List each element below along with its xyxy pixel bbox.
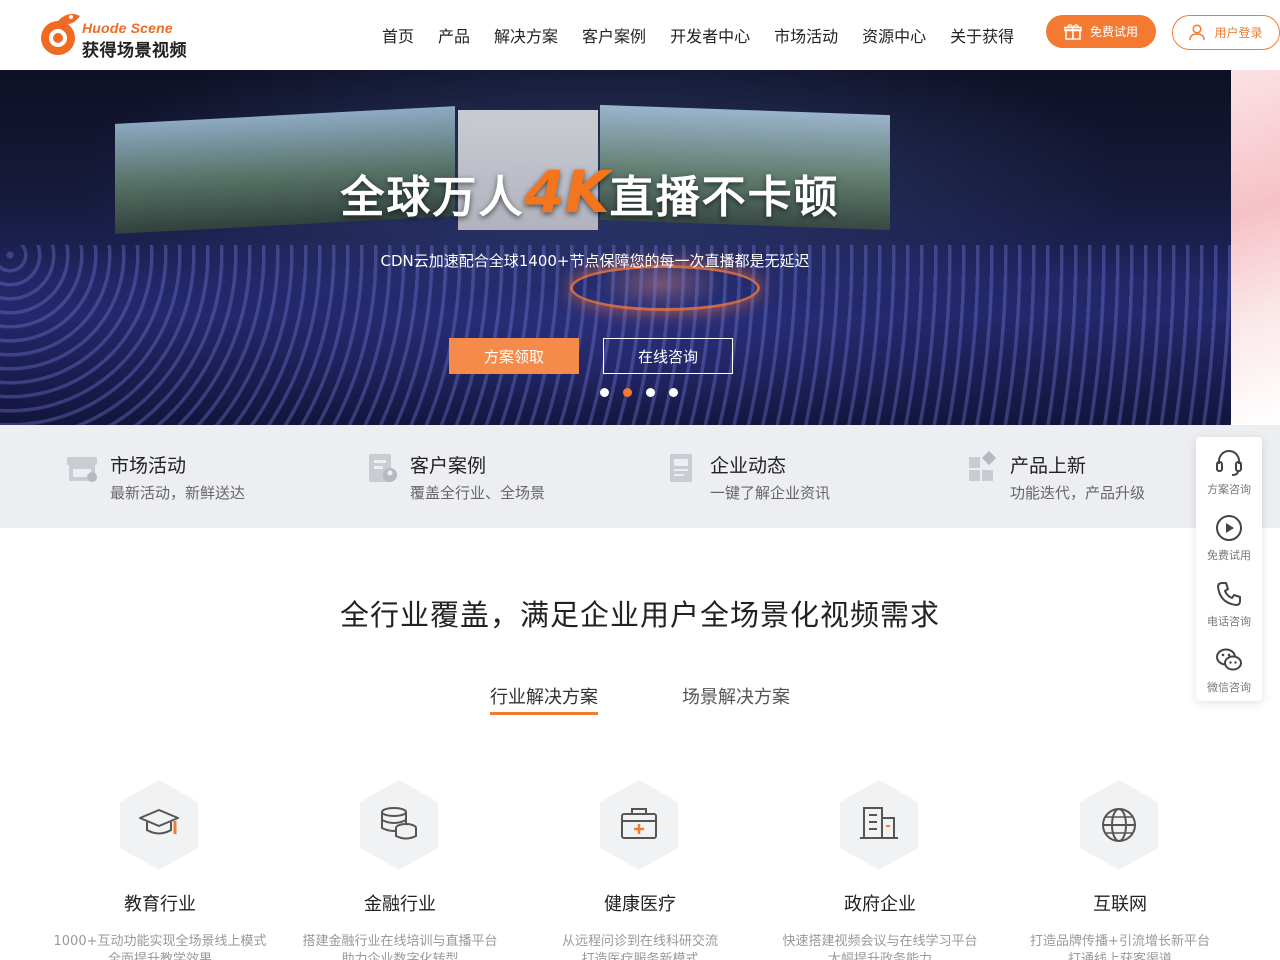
industry-desc: 搭建金融行业在线培训与直播平台 xyxy=(302,934,498,949)
get-solution-button[interactable]: 方案领取 xyxy=(449,338,579,374)
user-login-button[interactable]: 用户登录 xyxy=(1172,15,1280,50)
main-nav: 首页 产品 解决方案 客户案例 开发者中心 市场活动 资源中心 关于获得 xyxy=(370,0,1026,70)
medical-kit-icon xyxy=(600,780,678,870)
play-circle-icon xyxy=(1216,515,1242,541)
apps-icon xyxy=(969,451,997,481)
carousel-dot[interactable] xyxy=(600,388,609,397)
site-header: Huode Scene 获得场景视频 首页 产品 解决方案 客户案例 开发者中心… xyxy=(0,0,1280,70)
online-consult-button[interactable]: 在线咨询 xyxy=(603,338,733,374)
side-solution-consult[interactable]: 方案咨询 xyxy=(1196,437,1262,503)
industry-desc: 打通线上获客渠道 xyxy=(1067,952,1172,960)
nav-developers[interactable]: 开发者中心 xyxy=(670,23,750,47)
coins-icon xyxy=(360,780,438,870)
quick-link-subtitle: 覆盖全行业、全场景 xyxy=(410,484,546,502)
nav-products[interactable]: 产品 xyxy=(438,23,470,47)
carousel-dot-active[interactable] xyxy=(623,388,632,397)
nav-about[interactable]: 关于获得 xyxy=(950,23,1014,47)
nav-solutions[interactable]: 解决方案 xyxy=(494,23,558,47)
brand-name-en: Huode Scene xyxy=(82,20,173,36)
hero-banner[interactable]: 全球万人4K直播不卡顿 CDN云加速配合全球1400+节点保障您的每一次直播都是… xyxy=(0,70,1231,425)
industry-desc: 大幅提升政务能力 xyxy=(827,952,932,960)
hero-stage-ring xyxy=(570,265,760,311)
industry-desc: 打造医疗服务新模式 xyxy=(581,952,699,960)
quick-link-subtitle: 功能迭代，产品升级 xyxy=(1010,484,1146,502)
industry-desc: 从远程问诊到在线科研交流 xyxy=(561,934,718,949)
quick-link-title: 产品上新 xyxy=(1010,455,1087,477)
industry-name: 金融行业 xyxy=(364,894,436,915)
carousel-dot[interactable] xyxy=(646,388,655,397)
industry-desc: 打造品牌传播+引流增长新平台 xyxy=(1030,934,1210,949)
industry-card-healthcare[interactable]: 健康医疗 从远程问诊到在线科研交流 打造医疗服务新模式 xyxy=(520,780,760,960)
chameleon-logo-icon xyxy=(41,13,80,55)
quick-link-title: 企业动态 xyxy=(710,455,787,477)
industry-card-internet[interactable]: 互联网 打造品牌传播+引流增长新平台 打通线上获客渠道 xyxy=(1000,780,1240,960)
nav-events[interactable]: 市场活动 xyxy=(774,23,838,47)
industry-name: 互联网 xyxy=(1093,894,1147,915)
hero-title: 全球万人4K直播不卡顿 xyxy=(0,158,1180,226)
floating-contact-bar: 方案咨询 免费试用 电话咨询 微信咨询 xyxy=(1196,437,1262,701)
tab-scenario-solutions[interactable]: 场景解决方案 xyxy=(682,683,790,709)
free-trial-button[interactable]: 免费试用 xyxy=(1046,15,1156,48)
free-trial-label: 免费试用 xyxy=(1089,25,1138,39)
user-icon xyxy=(1189,24,1206,41)
section-title: 全行业覆盖，满足企业用户全场景化视频需求 xyxy=(339,598,940,632)
gift-icon xyxy=(1064,23,1082,40)
side-item-label: 免费试用 xyxy=(1207,549,1251,562)
quick-links-strip: 市场活动 最新活动，新鲜送达 客户案例 覆盖全行业、全场景 企业动态 一键了解企… xyxy=(0,425,1280,528)
hero-title-before: 全球万人 xyxy=(340,172,525,223)
industry-card-government[interactable]: 政府企业 快速搭建视频会议与在线学习平台 大幅提升政务能力 xyxy=(760,780,1000,960)
carousel-dot[interactable] xyxy=(669,388,678,397)
wechat-icon xyxy=(1216,648,1242,671)
carousel-dots xyxy=(600,388,678,397)
side-free-trial[interactable]: 免费试用 xyxy=(1196,503,1262,569)
graduation-cap-icon xyxy=(120,780,198,870)
industry-card-finance[interactable]: 金融行业 搭建金融行业在线培训与直播平台 助力企业数字化转型 xyxy=(280,780,520,960)
nav-resources[interactable]: 资源中心 xyxy=(862,23,926,47)
hero-subtitle: CDN云加速配合全球1400+节点保障您的每一次直播都是无延迟 xyxy=(380,252,810,270)
brand-logo[interactable]: Huode Scene 获得场景视频 xyxy=(38,8,198,61)
tab-industry-solutions[interactable]: 行业解决方案 xyxy=(490,683,598,709)
industry-desc: 1000+互动功能实现全场景线上模式 xyxy=(53,934,267,949)
active-tab-indicator xyxy=(490,712,598,715)
quick-link-news[interactable]: 企业动态 一键了解企业资讯 xyxy=(666,447,896,507)
industry-name: 教育行业 xyxy=(124,894,196,915)
side-item-label: 方案咨询 xyxy=(1207,483,1251,496)
brand-name-cn: 获得场景视频 xyxy=(82,41,187,61)
quick-link-title: 市场活动 xyxy=(110,455,187,477)
building-icon xyxy=(840,780,918,870)
case-icon xyxy=(369,454,397,482)
industry-desc: 助力企业数字化转型 xyxy=(341,952,459,960)
quick-link-events[interactable]: 市场活动 最新活动，新鲜送达 xyxy=(66,447,296,507)
quick-link-new-products[interactable]: 产品上新 功能迭代，产品升级 xyxy=(966,447,1186,507)
industry-desc: 快速搭建视频会议与在线学习平台 xyxy=(782,934,978,949)
quick-link-subtitle: 一键了解企业资讯 xyxy=(710,484,831,502)
industry-name: 健康医疗 xyxy=(604,894,676,915)
solution-tabs: 行业解决方案 场景解决方案 xyxy=(0,683,1280,723)
user-login-label: 用户登录 xyxy=(1214,26,1263,40)
next-slide-peek xyxy=(1231,70,1280,425)
news-icon xyxy=(670,454,692,482)
store-icon xyxy=(67,457,97,482)
nav-home[interactable]: 首页 xyxy=(382,23,414,47)
quick-link-subtitle: 最新活动，新鲜送达 xyxy=(110,484,246,502)
industry-name: 政府企业 xyxy=(844,894,916,915)
hero-title-after: 直播不卡顿 xyxy=(609,172,840,223)
quick-link-title: 客户案例 xyxy=(410,455,487,477)
nav-cases[interactable]: 客户案例 xyxy=(582,23,646,47)
headset-icon xyxy=(1216,450,1242,476)
hero-title-accent: 4K xyxy=(524,158,610,226)
globe-icon xyxy=(1080,780,1158,870)
industry-card-education[interactable]: 教育行业 1000+互动功能实现全场景线上模式 全面提升教学效果 xyxy=(40,780,280,960)
quick-link-cases[interactable]: 客户案例 覆盖全行业、全场景 xyxy=(366,447,596,507)
industry-desc: 全面提升教学效果 xyxy=(107,952,212,960)
